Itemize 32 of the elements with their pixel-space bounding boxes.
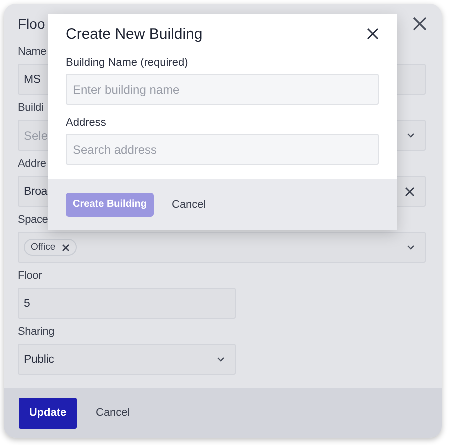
chevron-down-icon[interactable] bbox=[407, 133, 415, 138]
field-label: Name bbox=[18, 46, 48, 59]
field-label: Space bbox=[18, 214, 50, 227]
tag-label: Office bbox=[31, 242, 56, 253]
modal-title: Create New Building bbox=[66, 26, 203, 42]
clear-icon[interactable] bbox=[405, 186, 415, 196]
field-value: Public bbox=[24, 354, 54, 366]
tag-chip[interactable]: Office bbox=[24, 239, 77, 256]
remove-icon[interactable] bbox=[62, 244, 70, 252]
update-button[interactable]: Update bbox=[19, 398, 77, 428]
chevron-down-icon[interactable] bbox=[217, 357, 225, 362]
field-label: Sharing bbox=[18, 326, 56, 339]
close-icon[interactable] bbox=[367, 28, 379, 40]
cancel-button[interactable]: Cancel bbox=[172, 198, 206, 210]
field-label: Address bbox=[66, 117, 108, 129]
input-field[interactable]: Enter building name bbox=[66, 74, 379, 105]
close-icon[interactable] bbox=[413, 17, 427, 31]
field-value: 5 bbox=[24, 298, 30, 310]
input-field[interactable]: Office bbox=[18, 232, 426, 263]
field-value: MS bbox=[24, 74, 41, 86]
cancel-button[interactable]: Cancel bbox=[96, 407, 130, 419]
chevron-down-icon[interactable] bbox=[407, 245, 415, 250]
field-value: Broa bbox=[24, 186, 48, 198]
field-label: Floor bbox=[18, 270, 44, 283]
dialog-title: Floo bbox=[18, 16, 46, 32]
field-label: Addre bbox=[18, 158, 48, 171]
input-field[interactable]: Search address bbox=[66, 134, 379, 165]
field-label: Buildi bbox=[18, 102, 45, 115]
field-label: Building Name (required) bbox=[66, 57, 190, 69]
field-placeholder: Sele bbox=[24, 128, 48, 142]
input-field[interactable]: 5 bbox=[18, 288, 236, 319]
input-field[interactable]: Public bbox=[18, 344, 236, 375]
